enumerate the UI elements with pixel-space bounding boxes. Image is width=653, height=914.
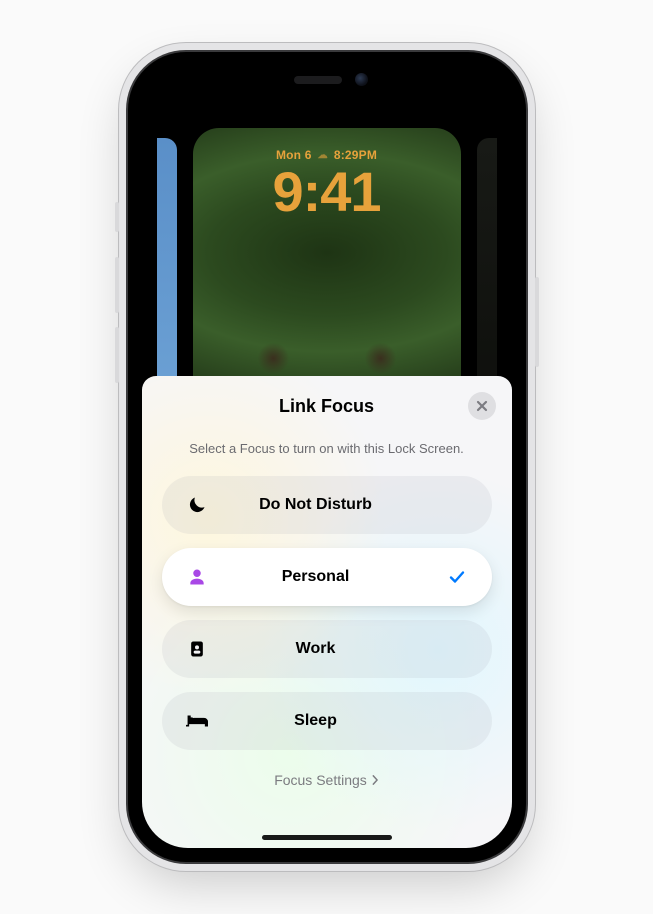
focus-item-label: Personal xyxy=(186,568,446,586)
close-button[interactable] xyxy=(468,392,496,420)
chevron-right-icon xyxy=(371,775,379,785)
volume-up-button xyxy=(115,257,119,313)
focus-settings-link[interactable]: Focus Settings xyxy=(162,772,492,788)
notch xyxy=(252,66,402,98)
home-indicator[interactable] xyxy=(262,835,392,840)
focus-item-work[interactable]: Work xyxy=(162,620,492,678)
iphone-frame: Mon 6 ☁︎ 8:29PM 9:41 Link Focus Select a… xyxy=(128,52,526,862)
weather-icon: ☁︎ xyxy=(318,150,328,161)
screen: Mon 6 ☁︎ 8:29PM 9:41 Link Focus Select a… xyxy=(142,66,512,848)
link-focus-sheet: Link Focus Select a Focus to turn on wit… xyxy=(142,376,512,848)
checkmark-icon xyxy=(446,569,468,585)
focus-item-label: Do Not Disturb xyxy=(186,496,468,514)
close-icon xyxy=(476,400,488,412)
focus-item-sleep[interactable]: Sleep xyxy=(162,692,492,750)
lockscreen-time: 9:41 xyxy=(272,164,380,220)
focus-settings-label: Focus Settings xyxy=(274,772,367,788)
focus-item-label: Sleep xyxy=(186,712,468,730)
sheet-subtitle: Select a Focus to turn on with this Lock… xyxy=(162,441,492,456)
volume-down-button xyxy=(115,327,119,383)
focus-item-personal[interactable]: Personal xyxy=(162,548,492,606)
power-button xyxy=(535,277,539,367)
silence-switch xyxy=(115,202,119,232)
focus-item-do-not-disturb[interactable]: Do Not Disturb xyxy=(162,476,492,534)
sheet-title: Link Focus xyxy=(162,396,492,417)
focus-item-label: Work xyxy=(186,640,468,658)
focus-list: Do Not Disturb Personal xyxy=(162,476,492,750)
